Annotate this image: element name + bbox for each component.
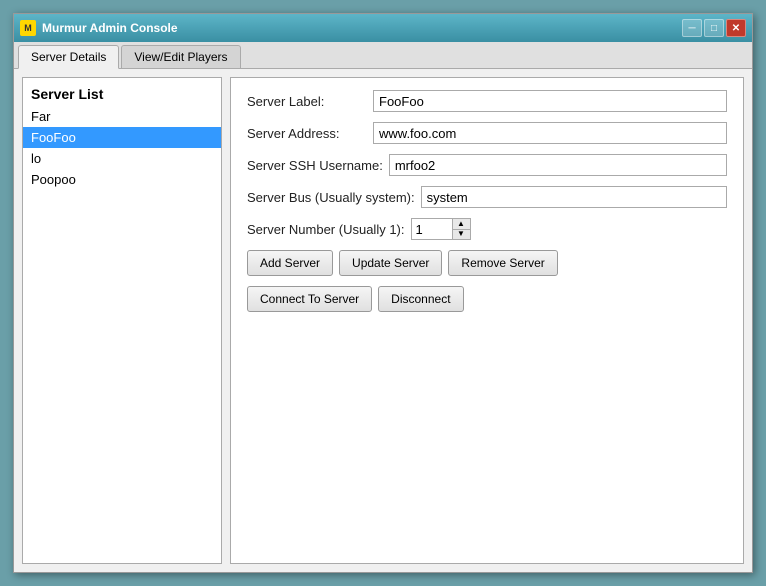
tab-server-details[interactable]: Server Details — [18, 45, 119, 69]
server-number-row: Server Number (Usually 1): ▲ ▼ — [247, 218, 727, 240]
spin-buttons: ▲ ▼ — [452, 219, 470, 239]
server-label-row: Server Label: — [247, 90, 727, 112]
server-item-far[interactable]: Far — [23, 106, 221, 127]
server-address-row: Server Address: — [247, 122, 727, 144]
server-list-panel: Server List Far FooFoo lo Poopoo — [22, 77, 222, 564]
spacer — [247, 322, 727, 551]
update-server-button[interactable]: Update Server — [339, 250, 442, 276]
server-number-label: Server Number (Usually 1): — [247, 222, 405, 237]
button-row-1: Add Server Update Server Remove Server — [247, 250, 727, 276]
connect-to-server-button[interactable]: Connect To Server — [247, 286, 372, 312]
server-ssh-label: Server SSH Username: — [247, 158, 383, 173]
details-panel: Server Label: Server Address: Server SSH… — [230, 77, 744, 564]
tabs-bar: Server Details View/Edit Players — [14, 42, 752, 69]
server-label-label: Server Label: — [247, 94, 367, 109]
add-server-button[interactable]: Add Server — [247, 250, 333, 276]
server-bus-input[interactable] — [421, 186, 727, 208]
server-list-items: Far FooFoo lo Poopoo — [23, 106, 221, 563]
close-button[interactable]: ✕ — [726, 19, 746, 37]
server-item-poopoo[interactable]: Poopoo — [23, 169, 221, 190]
server-number-input[interactable] — [412, 219, 452, 239]
main-window: M Murmur Admin Console ─ □ ✕ Server Deta… — [13, 13, 753, 573]
window-controls: ─ □ ✕ — [682, 19, 746, 37]
minimize-button[interactable]: ─ — [682, 19, 702, 37]
server-bus-label: Server Bus (Usually system): — [247, 190, 415, 205]
remove-server-button[interactable]: Remove Server — [448, 250, 557, 276]
server-ssh-input[interactable] — [389, 154, 727, 176]
window-title: Murmur Admin Console — [42, 21, 682, 35]
server-ssh-row: Server SSH Username: — [247, 154, 727, 176]
server-address-label: Server Address: — [247, 126, 367, 141]
title-bar: M Murmur Admin Console ─ □ ✕ — [14, 14, 752, 42]
button-row-2: Connect To Server Disconnect — [247, 286, 727, 312]
maximize-button[interactable]: □ — [704, 19, 724, 37]
server-list-title: Server List — [23, 78, 221, 106]
server-item-lo[interactable]: lo — [23, 148, 221, 169]
app-icon: M — [20, 20, 36, 36]
spin-up-button[interactable]: ▲ — [453, 219, 470, 230]
server-number-spinner: ▲ ▼ — [411, 218, 471, 240]
content-area: Server List Far FooFoo lo Poopoo Se — [14, 69, 752, 572]
spin-down-button[interactable]: ▼ — [453, 230, 470, 240]
tab-view-edit-players[interactable]: View/Edit Players — [121, 45, 240, 68]
server-bus-row: Server Bus (Usually system): — [247, 186, 727, 208]
disconnect-button[interactable]: Disconnect — [378, 286, 463, 312]
server-item-foofoo[interactable]: FooFoo — [23, 127, 221, 148]
server-address-input[interactable] — [373, 122, 727, 144]
server-label-input[interactable] — [373, 90, 727, 112]
